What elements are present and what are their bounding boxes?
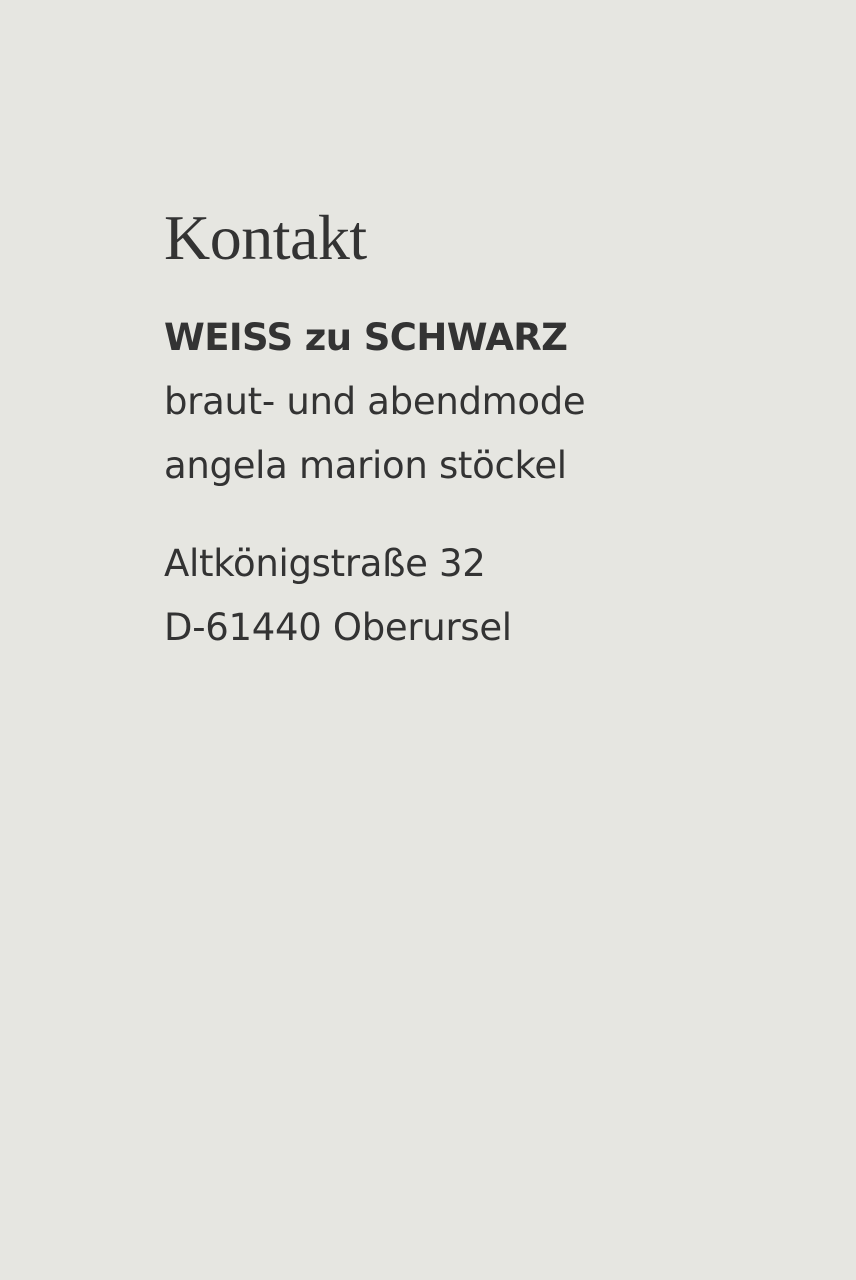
company-name: WEISS zu SCHWARZ (164, 316, 568, 359)
address-street: Altkönigstraße 32 (164, 542, 486, 585)
company-owner: angela marion stöckel (164, 444, 567, 487)
contact-section: Kontakt WEISS zu SCHWARZ braut- und aben… (164, 196, 784, 660)
address-city: D-61440 Oberursel (164, 606, 512, 649)
company-tagline: braut- und abendmode (164, 380, 586, 423)
page-title: Kontakt (164, 202, 367, 273)
company-info: WEISS zu SCHWARZ braut- und abendmode an… (164, 306, 784, 498)
postal-address: Altkönigstraße 32 D-61440 Oberursel (164, 532, 784, 660)
